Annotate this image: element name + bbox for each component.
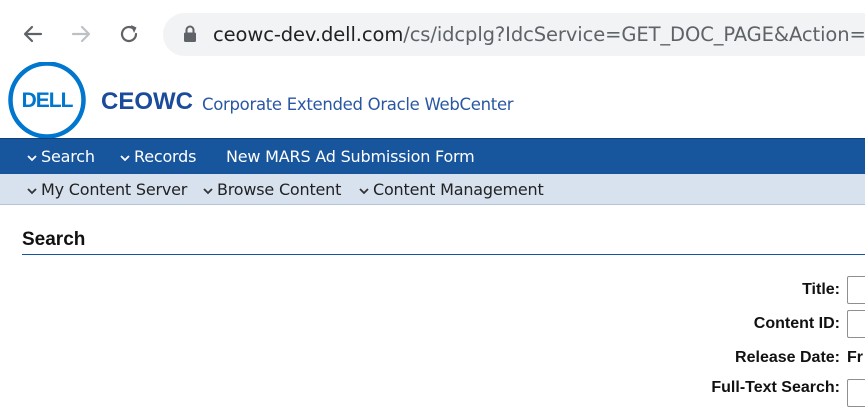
nav-item-label: Records [134,147,197,166]
url-path: /cs/idcplg?IdcService=GET_DOC_PAGE&Actio… [403,23,865,46]
title-input[interactable] [847,276,865,304]
back-arrow-icon [23,25,43,43]
nav-item-label: Search [41,147,95,166]
site-subtitle: Corporate Extended Oracle WebCenter [202,95,514,114]
content-id-label: Content ID: [753,315,840,332]
nav-item-label: Browse Content [217,180,342,199]
url-text: ceowc-dev.dell.com/cs/idcplg?IdcService=… [213,23,865,46]
full-text-search-input[interactable] [847,379,865,407]
nav-item-mars-form[interactable]: New MARS Ad Submission Form [226,147,475,166]
full-text-search-label: Full-Text Search: [711,379,840,396]
forward-button[interactable] [66,19,96,49]
chevron-down-icon [27,187,37,194]
back-button[interactable] [18,19,48,49]
nav-item-label: Content Management [373,180,544,199]
lock-icon [184,25,196,42]
nav-item-my-content-server[interactable]: My Content Server [27,180,187,199]
content-id-input[interactable] [847,310,865,338]
chevron-down-icon [120,154,130,161]
nav-item-search[interactable]: Search [27,147,95,166]
site-brand: CEOWC [101,88,193,115]
dell-logo[interactable]: DELL [7,61,87,139]
chevron-down-icon [359,187,369,194]
url-host: ceowc-dev.dell.com [213,23,404,46]
page-title: Search [22,229,86,250]
chevron-down-icon [27,154,37,161]
nav-item-records[interactable]: Records [120,147,196,166]
title-divider [22,254,865,255]
nav-item-label: My Content Server [41,180,188,199]
nav-item-content-management[interactable]: Content Management [359,180,544,199]
primary-nav: Search Records New MARS Ad Submission Fo… [0,138,865,174]
release-date-from-label: Fr [847,349,863,366]
forward-arrow-icon [71,25,91,43]
reload-button[interactable] [114,19,144,49]
chevron-down-icon [203,187,213,194]
site-header: DELL CEOWC Corporate Extended Oracle Web… [0,61,865,139]
address-bar[interactable]: ceowc-dev.dell.com/cs/idcplg?IdcService=… [163,13,865,56]
logo-text: DELL [22,89,74,112]
reload-icon [120,25,138,43]
release-date-label: Release Date: [735,349,840,366]
browser-toolbar: ceowc-dev.dell.com/cs/idcplg?IdcService=… [0,0,865,67]
secondary-nav: My Content Server Browse Content Content… [0,174,865,205]
nav-item-browse-content[interactable]: Browse Content [203,180,341,199]
title-label: Title: [802,281,840,298]
nav-item-label: New MARS Ad Submission Form [226,147,475,166]
